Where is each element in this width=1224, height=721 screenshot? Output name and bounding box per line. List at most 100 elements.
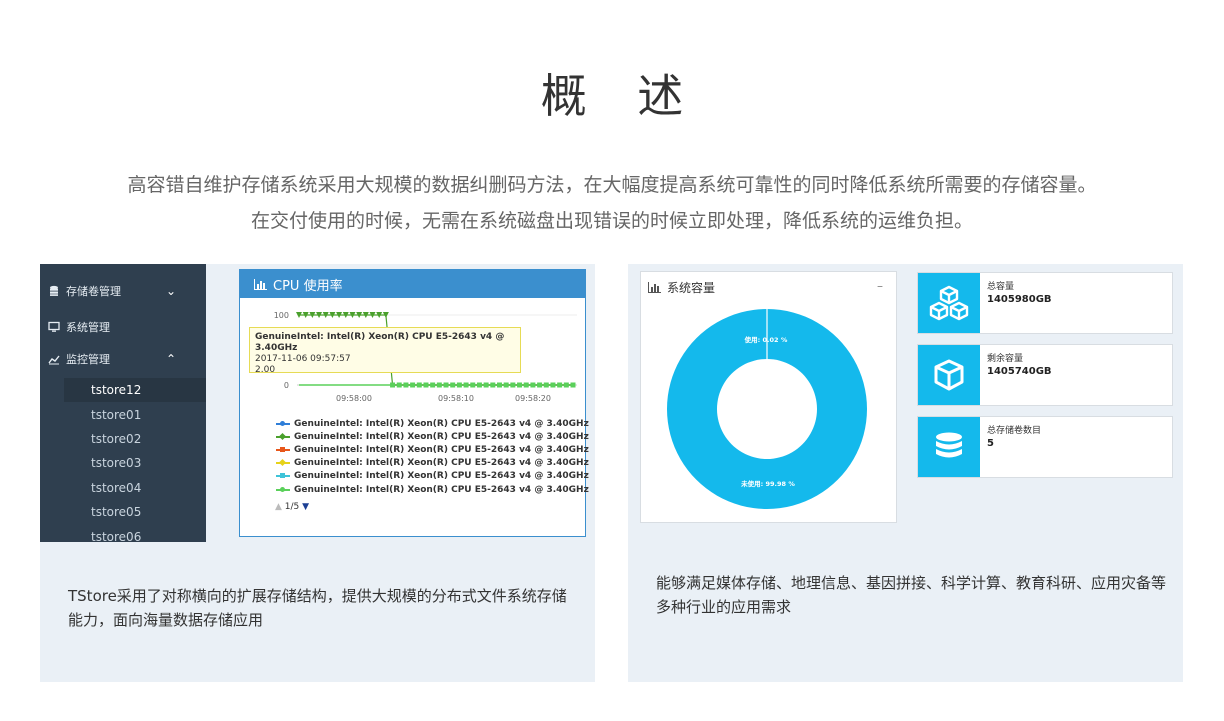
legend-marker bbox=[276, 432, 290, 441]
line-chart-icon bbox=[48, 355, 60, 365]
page-title: 概 述 bbox=[540, 69, 702, 123]
data-point bbox=[530, 382, 536, 388]
slice-label-used: 使用: 0.02 % bbox=[744, 335, 788, 344]
database-icon bbox=[936, 432, 962, 458]
data-point bbox=[510, 382, 516, 388]
data-point bbox=[476, 382, 482, 388]
database-icon bbox=[50, 285, 58, 296]
legend-marker bbox=[276, 421, 290, 426]
stat-card-volume-count: 总存储卷数目 5 bbox=[917, 416, 1173, 478]
data-point bbox=[416, 382, 422, 388]
legend-label: GenuineIntel: Intel(R) Xeon(R) CPU E5-26… bbox=[294, 458, 589, 468]
capacity-donut-chart: 使用: 0.02 % 未使用: 99.98 % bbox=[666, 308, 867, 509]
stat-card-total-capacity: 总容量 1405980GB bbox=[917, 272, 1173, 334]
legend-marker bbox=[276, 473, 290, 478]
cube-icon bbox=[934, 359, 964, 391]
data-point bbox=[483, 382, 489, 388]
legend-item[interactable]: GenuineIntel: Intel(R) Xeon(R) CPU E5-26… bbox=[276, 457, 589, 469]
data-point bbox=[456, 382, 462, 388]
data-point bbox=[410, 382, 416, 388]
cpu-widget-header: CPU 使用率 bbox=[240, 270, 585, 298]
sidebar-subitem[interactable]: tstore06 bbox=[64, 525, 206, 542]
legend-label: GenuineIntel: Intel(R) Xeon(R) CPU E5-26… bbox=[294, 419, 589, 429]
sidebar-item-label: 系统管理 bbox=[66, 321, 110, 334]
legend-marker bbox=[276, 447, 290, 452]
data-point bbox=[570, 382, 576, 388]
intro-line-1: 高容错自维护存储系统采用大规模的数据纠删码方法，在大幅度提高系统可靠性的同时降低… bbox=[127, 174, 1097, 196]
data-point bbox=[450, 382, 456, 388]
data-point bbox=[517, 382, 523, 388]
legend-item[interactable]: GenuineIntel: Intel(R) Xeon(R) CPU E5-26… bbox=[276, 470, 589, 482]
pager-prev-icon[interactable]: ▲ bbox=[275, 502, 282, 512]
legend-item[interactable]: GenuineIntel: Intel(R) Xeon(R) CPU E5-26… bbox=[276, 431, 589, 443]
x-tick-label: 09:58:00 bbox=[336, 394, 372, 403]
stat-icon-box bbox=[918, 273, 980, 333]
stat-value: 1405980GB bbox=[987, 294, 1052, 305]
pager-text: 1/5 bbox=[284, 502, 300, 512]
sidebar-item-volume-management[interactable]: 存储卷管理 ⌄ bbox=[40, 276, 206, 306]
minimize-button[interactable]: – bbox=[877, 279, 883, 293]
intro-line-2: 在交付使用的时候，无需在系统磁盘出现错误的时候立即处理，降低系统的运维负担。 bbox=[250, 210, 973, 232]
data-point bbox=[543, 382, 549, 388]
tooltip-series-name: GenuineIntel: Intel(R) Xeon(R) CPU E5-26… bbox=[255, 332, 505, 353]
y-tick-label: 0 bbox=[284, 381, 289, 390]
chart-tooltip: GenuineIntel: Intel(R) Xeon(R) CPU E5-26… bbox=[249, 327, 521, 375]
y-tick-label: 100 bbox=[274, 311, 289, 320]
bar-chart-icon bbox=[648, 282, 661, 293]
data-point bbox=[423, 382, 429, 388]
tooltip-time: 2017-11-06 09:57:57 bbox=[255, 354, 351, 364]
x-tick-label: 09:58:10 bbox=[438, 394, 474, 403]
data-point bbox=[537, 382, 543, 388]
data-point bbox=[503, 382, 509, 388]
capacity-widget-title: 系统容量 bbox=[667, 281, 716, 295]
sidebar-subitem[interactable]: tstore03 bbox=[64, 451, 206, 475]
legend-marker bbox=[276, 487, 290, 492]
data-point bbox=[463, 382, 469, 388]
stat-value: 5 bbox=[987, 438, 994, 449]
sidebar: 存储卷管理 ⌄ 系统管理 监控管理 ⌃ tstore12 tstore01 ts… bbox=[40, 264, 206, 542]
description-right: 能够满足媒体存储、地理信息、基因拼接、科学计算、教育科研、应用灾备等多种行业的应… bbox=[656, 574, 1167, 616]
legend-label: GenuineIntel: Intel(R) Xeon(R) CPU E5-26… bbox=[294, 485, 589, 495]
chevron-up-icon: ⌃ bbox=[165, 352, 176, 366]
slice-label-unused: 未使用: 99.98 % bbox=[741, 479, 795, 488]
data-point bbox=[523, 382, 529, 388]
legend-item[interactable]: GenuineIntel: Intel(R) Xeon(R) CPU E5-26… bbox=[276, 418, 589, 430]
legend-label: GenuineIntel: Intel(R) Xeon(R) CPU E5-26… bbox=[294, 432, 589, 442]
stat-card-remaining-capacity: 剩余容量 1405740GB bbox=[917, 344, 1173, 406]
data-point bbox=[390, 382, 396, 388]
monitor-icon bbox=[48, 321, 60, 332]
tooltip-value: 2.00 bbox=[255, 365, 276, 375]
bar-chart-icon bbox=[254, 278, 267, 290]
legend-marker bbox=[276, 458, 290, 467]
sidebar-subitem[interactable]: tstore12 bbox=[64, 378, 206, 402]
chevron-down-icon: ⌄ bbox=[165, 284, 176, 298]
legend-item[interactable]: GenuineIntel: Intel(R) Xeon(R) CPU E5-26… bbox=[276, 444, 589, 456]
sidebar-item-monitoring[interactable]: 监控管理 ⌃ bbox=[40, 344, 206, 374]
stat-label: 剩余容量 bbox=[987, 354, 1024, 364]
sidebar-subitem[interactable]: tstore04 bbox=[64, 476, 206, 500]
legend-pager: ▲ 1/5 ▼ bbox=[275, 502, 309, 512]
data-point bbox=[430, 382, 436, 388]
sidebar-item-label: 监控管理 bbox=[66, 353, 110, 366]
stat-value: 1405740GB bbox=[987, 366, 1052, 377]
stat-icon-box bbox=[918, 345, 980, 405]
data-point bbox=[496, 382, 502, 388]
sidebar-item-label: 存储卷管理 bbox=[66, 285, 121, 298]
sidebar-subitem[interactable]: tstore05 bbox=[64, 500, 206, 524]
sidebar-subitem[interactable]: tstore02 bbox=[64, 427, 206, 451]
description-left: TStore采用了对称横向的扩展存储结构，提供大规模的分布式文件系统存储能力，面… bbox=[68, 587, 567, 629]
data-point bbox=[396, 382, 402, 388]
legend-label: GenuineIntel: Intel(R) Xeon(R) CPU E5-26… bbox=[294, 445, 589, 455]
stat-label: 总容量 bbox=[987, 282, 1015, 292]
data-point bbox=[443, 382, 449, 388]
pager-next-icon[interactable]: ▼ bbox=[302, 502, 309, 512]
cubes-icon bbox=[929, 285, 969, 321]
legend-label: GenuineIntel: Intel(R) Xeon(R) CPU E5-26… bbox=[294, 471, 589, 481]
sidebar-subitem[interactable]: tstore01 bbox=[64, 403, 206, 427]
data-point bbox=[563, 382, 569, 388]
legend-item[interactable]: GenuineIntel: Intel(R) Xeon(R) CPU E5-26… bbox=[276, 484, 589, 496]
stat-label: 总存储卷数目 bbox=[987, 426, 1042, 436]
data-point bbox=[557, 382, 563, 388]
capacity-widget-header: 系统容量 bbox=[648, 279, 715, 296]
sidebar-item-system-management[interactable]: 系统管理 bbox=[40, 312, 206, 342]
